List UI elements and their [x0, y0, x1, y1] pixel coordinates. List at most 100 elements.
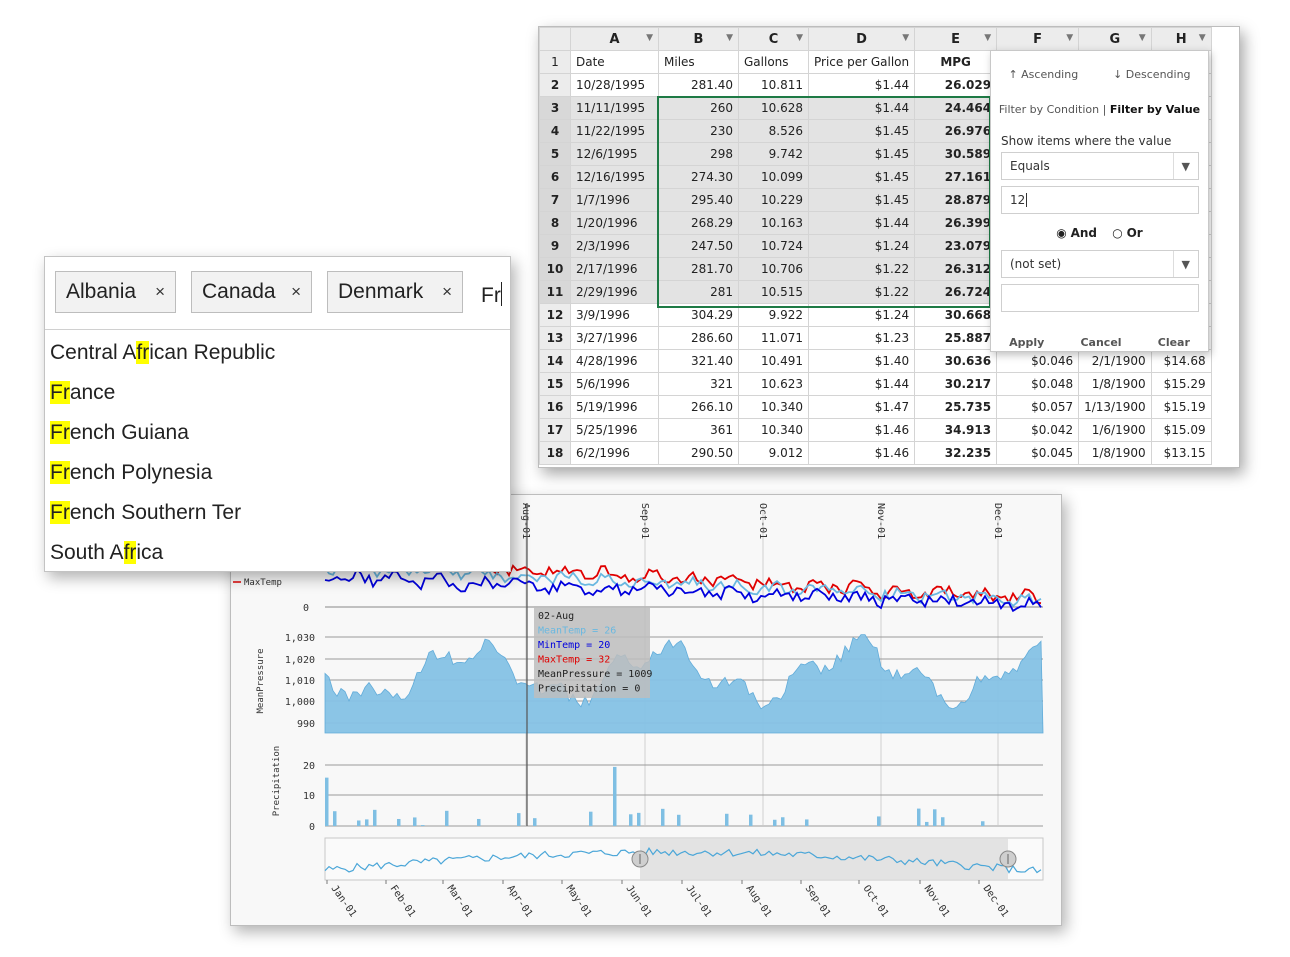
row-header[interactable]: 6: [539, 165, 571, 189]
cell-price[interactable]: $1.22: [807, 257, 916, 281]
cell-h[interactable]: $14.68: [1150, 349, 1212, 373]
cell-miles[interactable]: 274.30: [658, 165, 739, 189]
row-header[interactable]: 7: [539, 188, 571, 212]
cell-price[interactable]: $1.45: [807, 119, 916, 143]
cell-price[interactable]: $1.22: [807, 280, 916, 304]
cell-h[interactable]: $13.15: [1150, 441, 1212, 465]
filter-icon[interactable]: ▼: [1066, 33, 1073, 43]
cell-mpg[interactable]: 30.217: [914, 372, 998, 396]
or-radio[interactable]: ○ Or: [1112, 226, 1142, 240]
suggestion-item[interactable]: French Polynesia: [50, 461, 212, 485]
clear-button[interactable]: Clear: [1158, 336, 1190, 349]
cell-mpg[interactable]: 30.589: [914, 142, 998, 166]
cell-miles[interactable]: 268.29: [658, 211, 739, 235]
cell-mpg[interactable]: 28.879: [914, 188, 998, 212]
header-cell[interactable]: Date: [570, 50, 659, 74]
column-header-g[interactable]: G ▼: [1078, 27, 1152, 51]
row-header[interactable]: 2: [539, 73, 571, 97]
cell-date[interactable]: 5/19/1996: [570, 395, 659, 419]
condition-value-input-1[interactable]: 12: [1001, 186, 1199, 214]
cell-price[interactable]: $1.46: [807, 418, 916, 442]
cell-date[interactable]: 11/22/1995: [570, 119, 659, 143]
cell-gallons[interactable]: 11.071: [738, 326, 809, 350]
suggestion-item[interactable]: South Africa: [50, 541, 163, 565]
cell-price[interactable]: $1.24: [807, 303, 916, 327]
cell-mpg[interactable]: 24.464: [914, 96, 998, 120]
condition-select-1[interactable]: Equals ▼: [1001, 152, 1199, 180]
cell-price[interactable]: $1.24: [807, 234, 916, 258]
condition-select-2[interactable]: (not set) ▼: [1001, 250, 1199, 278]
header-cell[interactable]: Price per Gallon: [807, 50, 916, 74]
tag-bar[interactable]: Albania × Canada × Denmark × Fr: [45, 257, 510, 330]
cell-date[interactable]: 1/7/1996: [570, 188, 659, 212]
row-header[interactable]: 14: [539, 349, 571, 373]
sort-ascending-button[interactable]: ↑ Ascending: [1008, 68, 1078, 81]
cell-miles[interactable]: 247.50: [658, 234, 739, 258]
cell-gallons[interactable]: 10.515: [738, 280, 809, 304]
cell-miles[interactable]: 361: [658, 418, 739, 442]
cell-miles[interactable]: 321.40: [658, 349, 739, 373]
suggestion-item[interactable]: French Southern Ter: [50, 501, 241, 525]
cell-mpg[interactable]: 30.636: [914, 349, 998, 373]
row-header[interactable]: 5: [539, 142, 571, 166]
filter-icon[interactable]: ▼: [984, 33, 991, 43]
close-icon[interactable]: ×: [442, 282, 452, 302]
cell-f[interactable]: $0.057: [996, 395, 1080, 419]
column-header-h[interactable]: H ▼: [1150, 27, 1212, 51]
cell-date[interactable]: 12/6/1995: [570, 142, 659, 166]
cell-gallons[interactable]: 9.922: [738, 303, 809, 327]
suggestion-item[interactable]: France: [50, 381, 115, 405]
cell-price[interactable]: $1.45: [807, 142, 916, 166]
cell-mpg[interactable]: 26.399: [914, 211, 998, 235]
cell-gallons[interactable]: 9.012: [738, 441, 809, 465]
tag-albania[interactable]: Albania ×: [55, 271, 176, 313]
cell-miles[interactable]: 281.40: [658, 73, 739, 97]
cell-miles[interactable]: 260: [658, 96, 739, 120]
cell-h[interactable]: $15.19: [1150, 395, 1212, 419]
tag-denmark[interactable]: Denmark ×: [327, 271, 463, 313]
cell-f[interactable]: $0.048: [996, 372, 1080, 396]
apply-button[interactable]: Apply: [1009, 336, 1044, 349]
row-header[interactable]: 17: [539, 418, 571, 442]
cell-mpg[interactable]: 26.312: [914, 257, 998, 281]
cell-g[interactable]: 2/1/1900: [1078, 349, 1152, 373]
multi-autocomplete[interactable]: Albania × Canada × Denmark × Fr Central …: [44, 256, 511, 572]
cell-h[interactable]: $15.29: [1150, 372, 1212, 396]
row-header[interactable]: 4: [539, 119, 571, 143]
filter-icon[interactable]: ▼: [726, 33, 733, 43]
cell-miles[interactable]: 290.50: [658, 441, 739, 465]
cell-date[interactable]: 12/16/1995: [570, 165, 659, 189]
cell-gallons[interactable]: 10.229: [738, 188, 809, 212]
cell-gallons[interactable]: 10.099: [738, 165, 809, 189]
cell-date[interactable]: 2/3/1996: [570, 234, 659, 258]
cell-price[interactable]: $1.40: [807, 349, 916, 373]
cell-f[interactable]: $0.042: [996, 418, 1080, 442]
cell-gallons[interactable]: 10.623: [738, 372, 809, 396]
cell-g[interactable]: 1/6/1900: [1078, 418, 1152, 442]
and-radio[interactable]: ◉ And: [1056, 226, 1097, 240]
header-cell[interactable]: MPG: [914, 50, 998, 74]
cell-miles[interactable]: 295.40: [658, 188, 739, 212]
cell-gallons[interactable]: 10.340: [738, 418, 809, 442]
column-header-a[interactable]: A ▼: [570, 27, 659, 51]
filter-icon[interactable]: ▼: [1199, 33, 1206, 43]
cell-miles[interactable]: 298: [658, 142, 739, 166]
column-header-e[interactable]: E ▼: [914, 27, 998, 51]
cell-price[interactable]: $1.44: [807, 73, 916, 97]
tag-canada[interactable]: Canada ×: [191, 271, 312, 313]
cancel-button[interactable]: Cancel: [1080, 336, 1121, 349]
row-header[interactable]: 16: [539, 395, 571, 419]
cell-miles[interactable]: 281: [658, 280, 739, 304]
close-icon[interactable]: ×: [291, 282, 301, 302]
cell-gallons[interactable]: 10.628: [738, 96, 809, 120]
cell-f[interactable]: $0.046: [996, 349, 1080, 373]
cell-miles[interactable]: 230: [658, 119, 739, 143]
cell-f[interactable]: $0.045: [996, 441, 1080, 465]
row-header[interactable]: 8: [539, 211, 571, 235]
autocomplete-input[interactable]: Fr: [481, 282, 502, 308]
filter-by-value-tab[interactable]: Filter by Value: [1110, 103, 1200, 116]
filter-icon[interactable]: ▼: [646, 33, 653, 43]
cell-gallons[interactable]: 8.526: [738, 119, 809, 143]
cell-date[interactable]: 1/20/1996: [570, 211, 659, 235]
cell-mpg[interactable]: 26.976: [914, 119, 998, 143]
